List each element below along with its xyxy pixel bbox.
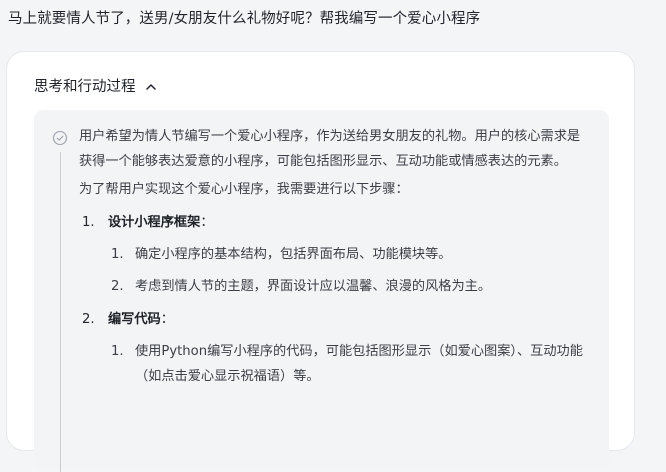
check-circle-icon <box>52 130 68 146</box>
thinking-plan: 为了帮用户实现这个爱心小程序，我需要进行以下步骤： <box>79 182 409 197</box>
chevron-up-icon[interactable] <box>144 80 158 94</box>
substep-item: 2. 考虑到情人节的主题，界面设计应以温馨、浪漫的风格为主。 <box>79 274 591 299</box>
substep-number: 2. <box>111 279 124 294</box>
substep-item: 1. 使用Python编写小程序的代码，可能包括图形显示（如爱心图案）、互动功能… <box>79 339 591 389</box>
process-card: 思考和行动过程 用户希望为情人节编写一个爱心小程序，作为送给男女朋友的礼物。用户… <box>6 51 635 472</box>
step-item: 1. 设计小程序框架： <box>79 210 591 235</box>
step-number: 1. <box>82 215 95 230</box>
substep-item: 1. 确定小程序的基本结构，包括界面布局、功能模块等。 <box>79 242 591 267</box>
substep-text: 确定小程序的基本结构，包括界面布局、功能模块等。 <box>135 247 452 262</box>
substep-text: 使用Python编写小程序的代码，可能包括图形显示（如爱心图案）、互动功能（如点… <box>135 344 583 384</box>
step-item: 2. 编写代码： <box>79 307 591 332</box>
thinking-panel: 用户希望为情人节编写一个爱心小程序，作为送给男女朋友的礼物。用户的核心需求是获得… <box>34 110 609 472</box>
substep-text: 考虑到情人节的主题，界面设计应以温馨、浪漫的风格为主。 <box>135 279 492 294</box>
step-colon: ： <box>200 215 214 230</box>
step-title: 编写代码 <box>108 312 161 327</box>
step-number: 2. <box>82 312 95 327</box>
substep-number: 1. <box>111 344 124 359</box>
process-toggle[interactable]: 思考和行动过程 <box>34 76 158 98</box>
substep-number: 1. <box>111 247 124 262</box>
thinking-intro: 用户希望为情人节编写一个爱心小程序，作为送给男女朋友的礼物。用户的核心需求是获得… <box>79 129 581 169</box>
step-title: 设计小程序框架 <box>108 215 201 230</box>
process-title: 思考和行动过程 <box>34 79 136 95</box>
timeline-line <box>59 152 61 472</box>
user-question: 马上就要情人节了，送男/女朋友什么礼物好呢？帮我编写一个爱心小程序 <box>8 11 481 27</box>
thinking-content: 用户希望为情人节编写一个爱心小程序，作为送给男女朋友的礼物。用户的核心需求是获得… <box>79 124 591 389</box>
step-colon: ： <box>160 312 174 327</box>
